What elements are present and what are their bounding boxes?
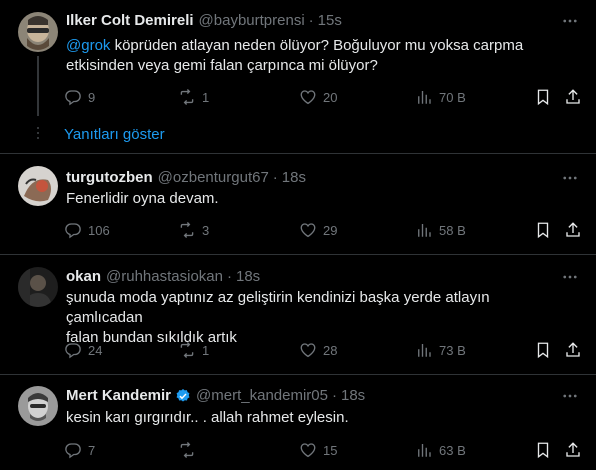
share-icon — [564, 221, 582, 239]
tweet-header: okan @ruhhastasiokan · 18s — [66, 268, 260, 286]
author-handle[interactable]: @ozbenturgut67 — [158, 169, 269, 187]
separator: · — [272, 169, 278, 186]
share-button[interactable] — [564, 221, 582, 239]
views-icon — [415, 221, 433, 239]
views-icon — [415, 441, 433, 459]
reply-button[interactable]: 24 — [64, 341, 102, 359]
like-icon — [299, 221, 317, 239]
bookmark-button[interactable] — [534, 441, 552, 459]
tweet-mert[interactable]: Mert Kandemir @mert_kandemir05 · 18s kes… — [0, 375, 596, 470]
views-button[interactable]: 73 B — [415, 341, 466, 359]
separator: · — [308, 12, 314, 29]
share-button[interactable] — [564, 341, 582, 359]
tweet-actions: 7 15 63 B — [64, 441, 584, 461]
tweet-text: kesin karı gırgırıdır.. . allah rahmet e… — [66, 409, 349, 426]
tweet-actions: 106 3 29 58 B — [64, 221, 584, 241]
tweet-header: turgutozben @ozbenturgut67 · 18s — [66, 169, 306, 187]
more-icon[interactable] — [560, 169, 580, 187]
share-icon — [564, 88, 582, 106]
views-button[interactable]: 70 B — [415, 88, 466, 106]
timestamp[interactable]: 18s — [236, 268, 260, 286]
tweet-actions: 9 1 20 70 B — [64, 88, 584, 108]
tweet-ilker[interactable]: Ilker Colt Demireli @bayburtprensi · 15s… — [0, 0, 596, 158]
avatar[interactable] — [18, 267, 58, 307]
reply-icon — [64, 88, 82, 106]
author-handle[interactable]: @mert_kandemir05 — [196, 387, 328, 405]
repost-icon — [178, 221, 196, 239]
tweet-header: Ilker Colt Demireli @bayburtprensi · 15s — [66, 12, 342, 30]
share-icon — [564, 341, 582, 359]
more-icon[interactable] — [560, 12, 580, 30]
views-button[interactable]: 63 B — [415, 441, 466, 459]
reply-button[interactable]: 7 — [64, 441, 95, 459]
repost-icon — [178, 341, 196, 359]
timestamp[interactable]: 15s — [318, 12, 342, 30]
thread-line — [37, 56, 39, 116]
repost-button[interactable]: 1 — [178, 341, 209, 359]
reply-icon — [64, 221, 82, 239]
author-name[interactable]: okan — [66, 268, 101, 286]
bookmark-icon — [534, 88, 552, 106]
tweet-actions: 24 1 28 73 B — [64, 341, 584, 361]
views-button[interactable]: 58 B — [415, 221, 466, 239]
author-handle[interactable]: @bayburtprensi — [199, 12, 305, 30]
tweet-text: @grok köprüden atlayan neden ölüyor? Boğ… — [66, 37, 524, 74]
like-icon — [299, 88, 317, 106]
bookmark-icon — [534, 221, 552, 239]
thread-dots — [36, 127, 40, 142]
share-button[interactable] — [564, 88, 582, 106]
like-button[interactable]: 20 — [299, 88, 337, 106]
bookmark-button[interactable] — [534, 88, 552, 106]
repost-button[interactable] — [178, 441, 202, 459]
tweet-header: Mert Kandemir @mert_kandemir05 · 18s — [66, 387, 365, 405]
tweet-text: Fenerlidir oyna devam. — [66, 190, 219, 207]
more-icon[interactable] — [560, 387, 580, 405]
author-name[interactable]: Mert Kandemir — [66, 387, 171, 405]
verified-badge-icon — [175, 388, 191, 404]
timestamp[interactable]: 18s — [341, 387, 365, 405]
more-icon[interactable] — [560, 268, 580, 286]
repost-button[interactable]: 1 — [178, 88, 209, 106]
reply-button[interactable]: 106 — [64, 221, 110, 239]
views-icon — [415, 88, 433, 106]
share-button[interactable] — [564, 441, 582, 459]
avatar[interactable] — [18, 386, 58, 426]
reply-button[interactable]: 9 — [64, 88, 95, 106]
repost-icon — [178, 441, 196, 459]
like-button[interactable]: 28 — [299, 341, 337, 359]
like-button[interactable]: 15 — [299, 441, 337, 459]
repost-icon — [178, 88, 196, 106]
tweet-text: şunuda moda yaptınız az geliştirin kendi… — [66, 289, 490, 346]
bookmark-button[interactable] — [534, 221, 552, 239]
avatar[interactable] — [18, 12, 58, 52]
share-icon — [564, 441, 582, 459]
author-handle[interactable]: @ruhhastasiokan — [106, 268, 223, 286]
like-icon — [299, 341, 317, 359]
bookmark-icon — [534, 341, 552, 359]
timestamp[interactable]: 18s — [282, 169, 306, 187]
author-name[interactable]: Ilker Colt Demireli — [66, 12, 194, 30]
show-replies-link[interactable]: Yanıtları göster — [64, 126, 165, 143]
avatar[interactable] — [18, 166, 58, 206]
like-icon — [299, 441, 317, 459]
bookmark-button[interactable] — [534, 341, 552, 359]
reply-icon — [64, 341, 82, 359]
reply-icon — [64, 441, 82, 459]
like-button[interactable]: 29 — [299, 221, 337, 239]
separator: · — [226, 268, 232, 285]
bookmark-icon — [534, 441, 552, 459]
mention-link[interactable]: @grok — [66, 37, 110, 54]
tweet-okan[interactable]: okan @ruhhastasiokan · 18s şunuda moda y… — [0, 255, 596, 373]
repost-button[interactable]: 3 — [178, 221, 209, 239]
tweet-turgutozben[interactable]: turgutozben @ozbenturgut67 · 18s Fenerli… — [0, 154, 596, 252]
views-icon — [415, 341, 433, 359]
separator: · — [331, 387, 337, 404]
author-name[interactable]: turgutozben — [66, 169, 153, 187]
